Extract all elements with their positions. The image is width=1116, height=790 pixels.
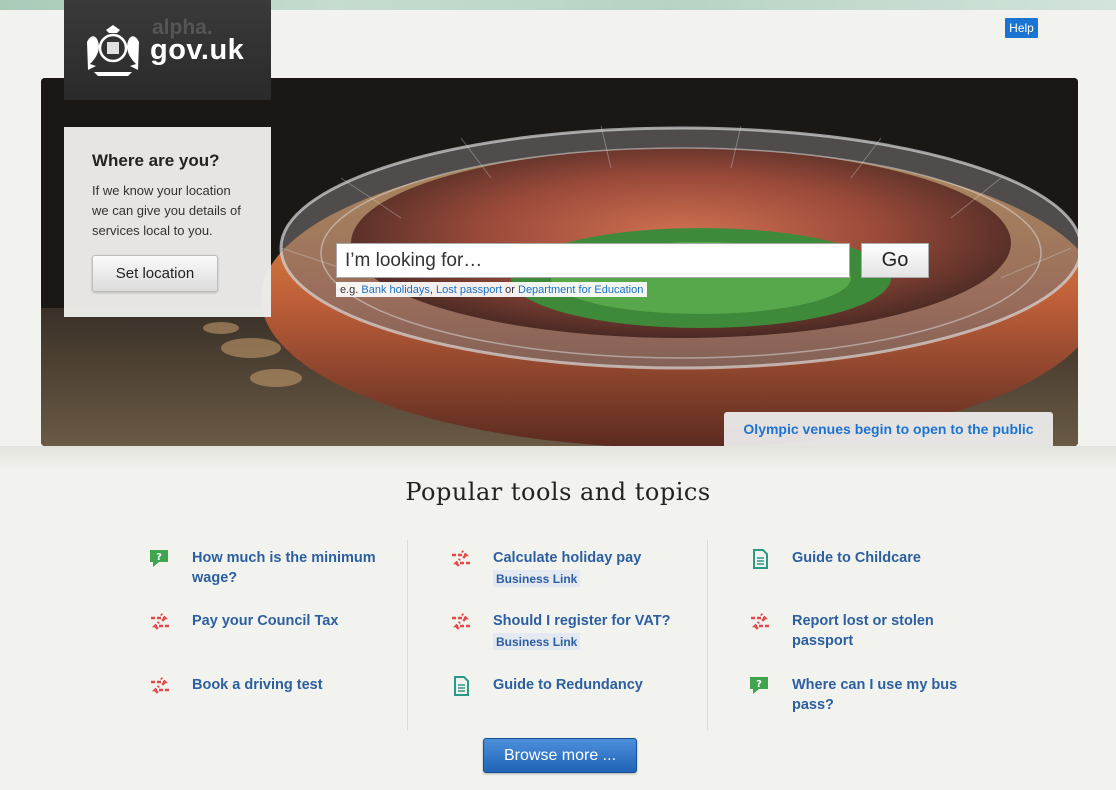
example-link-bank-holidays[interactable]: Bank holidays <box>361 284 430 296</box>
column-divider <box>707 540 708 730</box>
site-logo[interactable]: alpha. gov.uk <box>64 0 271 100</box>
set-location-button[interactable]: Set location <box>92 255 218 292</box>
logo-alpha: alpha. <box>152 15 213 39</box>
topic-label[interactable]: Guide to Childcare <box>792 548 992 568</box>
location-description: If we know your location we can give you… <box>92 183 241 238</box>
search-input[interactable]: I’m looking for… <box>336 243 850 278</box>
arrows-icon <box>449 611 473 633</box>
document-icon <box>748 548 772 570</box>
location-title: Where are you? <box>92 151 220 170</box>
search-examples: e.g. Bank holidays, Lost passport or Dep… <box>336 282 648 297</box>
hero-caption-link[interactable]: Olympic venues begin to open to the publ… <box>724 412 1053 446</box>
arrows-icon <box>148 611 172 633</box>
document-icon <box>449 675 473 697</box>
hero-bottom-band <box>0 446 1116 470</box>
topic-label[interactable]: Book a driving test <box>192 675 392 695</box>
svg-text:?: ? <box>756 679 762 690</box>
logo-text: alpha. gov.uk <box>150 16 244 67</box>
arrows-icon <box>449 548 473 570</box>
column-divider <box>407 540 408 730</box>
example-link-lost-passport[interactable]: Lost passport <box>436 284 502 296</box>
arrows-icon <box>748 611 772 633</box>
topic-label[interactable]: Guide to Redundancy <box>493 675 693 695</box>
examples-comma: , <box>429 283 433 296</box>
topic-label[interactable]: How much is the minimum wage? <box>192 548 392 588</box>
speech-bubble-icon: ? <box>148 548 172 570</box>
popular-title: Popular tools and topics <box>405 478 711 506</box>
topic-label[interactable]: Report lost or stolen passport <box>792 611 992 651</box>
business-link-tag: Business Link <box>493 570 581 587</box>
go-button[interactable]: Go <box>861 243 929 278</box>
examples-prefix: e.g. <box>340 283 359 296</box>
examples-or: or <box>505 283 515 296</box>
topic-label[interactable]: Should I register for VAT? <box>493 611 693 631</box>
business-link-tag: Business Link <box>493 633 581 650</box>
royal-crest-icon <box>78 20 148 80</box>
arrows-icon <box>148 675 172 697</box>
topic-label[interactable]: Where can I use my bus pass? <box>792 675 992 715</box>
browse-more-button[interactable]: Browse more ... <box>483 738 637 773</box>
help-button[interactable]: Help <box>1005 18 1038 38</box>
speech-bubble-icon: ? <box>748 675 772 697</box>
svg-text:?: ? <box>156 552 162 563</box>
topic-label[interactable]: Pay your Council Tax <box>192 611 392 631</box>
topic-label[interactable]: Calculate holiday pay <box>493 548 693 568</box>
location-panel: Where are you? If we know your location … <box>64 127 271 317</box>
example-link-department-for-education[interactable]: Department for Education <box>518 284 643 296</box>
